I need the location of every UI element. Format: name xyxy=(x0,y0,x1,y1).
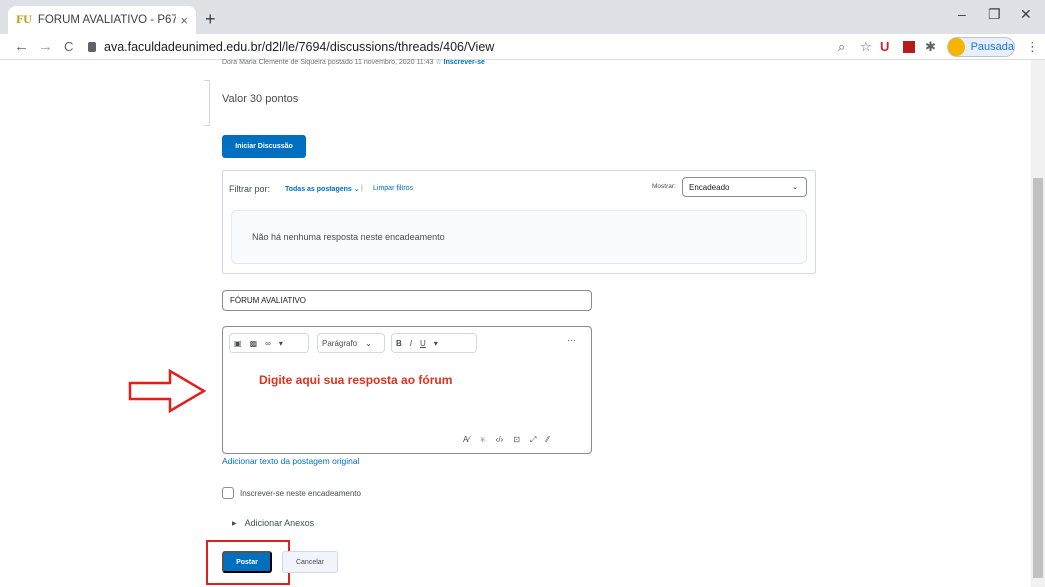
avatar xyxy=(948,38,965,56)
more-options-icon[interactable]: ··· xyxy=(567,335,576,345)
empty-thread-message: Não há nenhuma resposta neste encadeamen… xyxy=(231,210,807,264)
clear-filters-link[interactable]: Limpar filtros xyxy=(373,185,413,192)
insert-link-icon[interactable]: ∞ xyxy=(265,339,271,348)
paragraph-format-select[interactable]: Parágrafo ⌄ xyxy=(317,333,385,353)
accessibility-icon[interactable]: ♅ xyxy=(480,435,486,445)
points-label: Valor 30 pontos xyxy=(222,93,299,105)
back-icon[interactable]: ← xyxy=(14,38,29,55)
chevron-down-icon: ⌄ xyxy=(792,184,798,191)
profile-button[interactable]: Pausada xyxy=(947,37,1015,57)
chevron-down-icon: ⌄ xyxy=(365,338,372,348)
insert-toolbar-group: ▣ ▩ ∞ ▾ xyxy=(229,333,309,353)
editor-hint-annotation: Digite aqui sua resposta ao fórum xyxy=(259,373,453,387)
scrollbar-thumb[interactable] xyxy=(1033,178,1043,578)
tab-title: FÓRUM AVALIATIVO - P67 BH 01 xyxy=(37,14,177,26)
filter-divider: | xyxy=(361,185,363,192)
subscribe-link[interactable]: ☆ Inscrever-se xyxy=(435,59,485,66)
bookmark-star-icon[interactable]: ☆ xyxy=(860,39,872,55)
minimize-icon[interactable]: – xyxy=(958,6,966,22)
caret-right-icon: ▶ xyxy=(232,520,237,527)
start-discussion-button[interactable]: Iniciar Discussão xyxy=(222,135,306,158)
new-tab-button[interactable]: + xyxy=(205,9,216,30)
page-content: Dora Maria Clemente de Siqueira postado … xyxy=(0,59,1031,587)
address-bar[interactable]: ava.faculdadeunimed.edu.br/d2l/le/7694/d… xyxy=(88,35,828,59)
profile-status: Pausada xyxy=(970,41,1014,53)
tab-close-icon[interactable]: × xyxy=(180,13,188,28)
pdf-extension-icon[interactable] xyxy=(903,41,915,53)
fullscreen-icon[interactable]: ⤢ xyxy=(530,435,536,445)
all-posts-filter[interactable]: Todas as postagens ⌄ xyxy=(285,185,360,193)
post-button[interactable]: Postar xyxy=(222,551,272,573)
text-style-group: B I U ▾ xyxy=(391,333,477,353)
mcafee-extension-icon[interactable]: U xyxy=(880,39,889,54)
forward-icon[interactable]: → xyxy=(38,38,53,55)
subscribe-thread-option[interactable]: Inscrever-se neste encadeamento xyxy=(222,487,361,499)
browser-menu-icon[interactable]: ⋮ xyxy=(1026,39,1039,55)
bold-icon[interactable]: B xyxy=(396,339,402,348)
add-attachments-toggle[interactable]: ▶ Adicionar Anexos xyxy=(232,518,314,528)
filter-label: Filtrar por: xyxy=(229,184,271,194)
reply-editor[interactable]: ▣ ▩ ∞ ▾ Parágrafo ⌄ B I U ▾ ··· Digite a… xyxy=(222,326,592,454)
maximize-icon[interactable]: ❐ xyxy=(988,6,1001,23)
insert-video-icon[interactable]: ▣ xyxy=(234,339,242,348)
red-arrow-annotation xyxy=(128,369,206,413)
filter-panel: Filtrar por: Todas as postagens ⌄ | Limp… xyxy=(222,170,816,274)
editor-bottom-tools: A⁄ ♅ ‹/› ⊡ ⤢ ⁄⁄ xyxy=(463,435,549,445)
extensions-puzzle-icon[interactable]: ✱ xyxy=(925,39,936,55)
lock-icon xyxy=(88,42,96,52)
subscribe-thread-label: Inscrever-se neste encadeamento xyxy=(240,488,361,498)
preview-icon[interactable]: ⊡ xyxy=(513,435,520,445)
subscribe-checkbox[interactable] xyxy=(222,487,234,499)
chevron-down-icon[interactable]: ▾ xyxy=(279,339,283,348)
add-attachments-label: Adicionar Anexos xyxy=(244,518,315,528)
site-favicon-icon: FU xyxy=(16,14,32,26)
side-panel-handle[interactable] xyxy=(204,80,210,126)
show-label: Mostrar: xyxy=(652,183,676,190)
page-scrollbar[interactable] xyxy=(1031,60,1045,587)
add-original-text-link[interactable]: Adicionar texto da postagem original xyxy=(222,456,360,466)
chevron-down-icon: ⌄ xyxy=(353,186,360,193)
source-code-icon[interactable]: ‹/› xyxy=(496,435,504,445)
cancel-button[interactable]: Cancelar xyxy=(282,551,338,573)
browser-toolbar: ← → C ava.faculdadeunimed.edu.br/d2l/le/… xyxy=(0,34,1045,60)
spellcheck-icon[interactable]: A⁄ xyxy=(463,435,470,445)
resize-handle-icon[interactable]: ⁄⁄ xyxy=(546,435,549,445)
url-text: ava.faculdadeunimed.edu.br/d2l/le/7694/d… xyxy=(104,40,495,54)
underline-icon[interactable]: U xyxy=(420,339,426,348)
insert-image-icon[interactable]: ▩ xyxy=(250,339,258,348)
subject-input[interactable]: FÓRUM AVALIATIVO xyxy=(222,290,592,311)
thread-view-select[interactable]: Encadeado ⌄ xyxy=(682,177,807,197)
italic-icon[interactable]: I xyxy=(410,339,412,348)
browser-tab[interactable]: FU FÓRUM AVALIATIVO - P67 BH 01 × xyxy=(8,6,196,34)
chevron-down-icon[interactable]: ▾ xyxy=(434,339,438,348)
close-window-icon[interactable]: ✕ xyxy=(1020,6,1032,23)
zoom-icon[interactable]: ⌕ xyxy=(838,39,845,55)
browser-tab-strip: FU FÓRUM AVALIATIVO - P67 BH 01 × + – ❐ … xyxy=(0,0,1045,34)
post-author-line: Dora Maria Clemente de Siqueira postado … xyxy=(222,59,485,66)
reload-icon[interactable]: C xyxy=(64,39,73,54)
